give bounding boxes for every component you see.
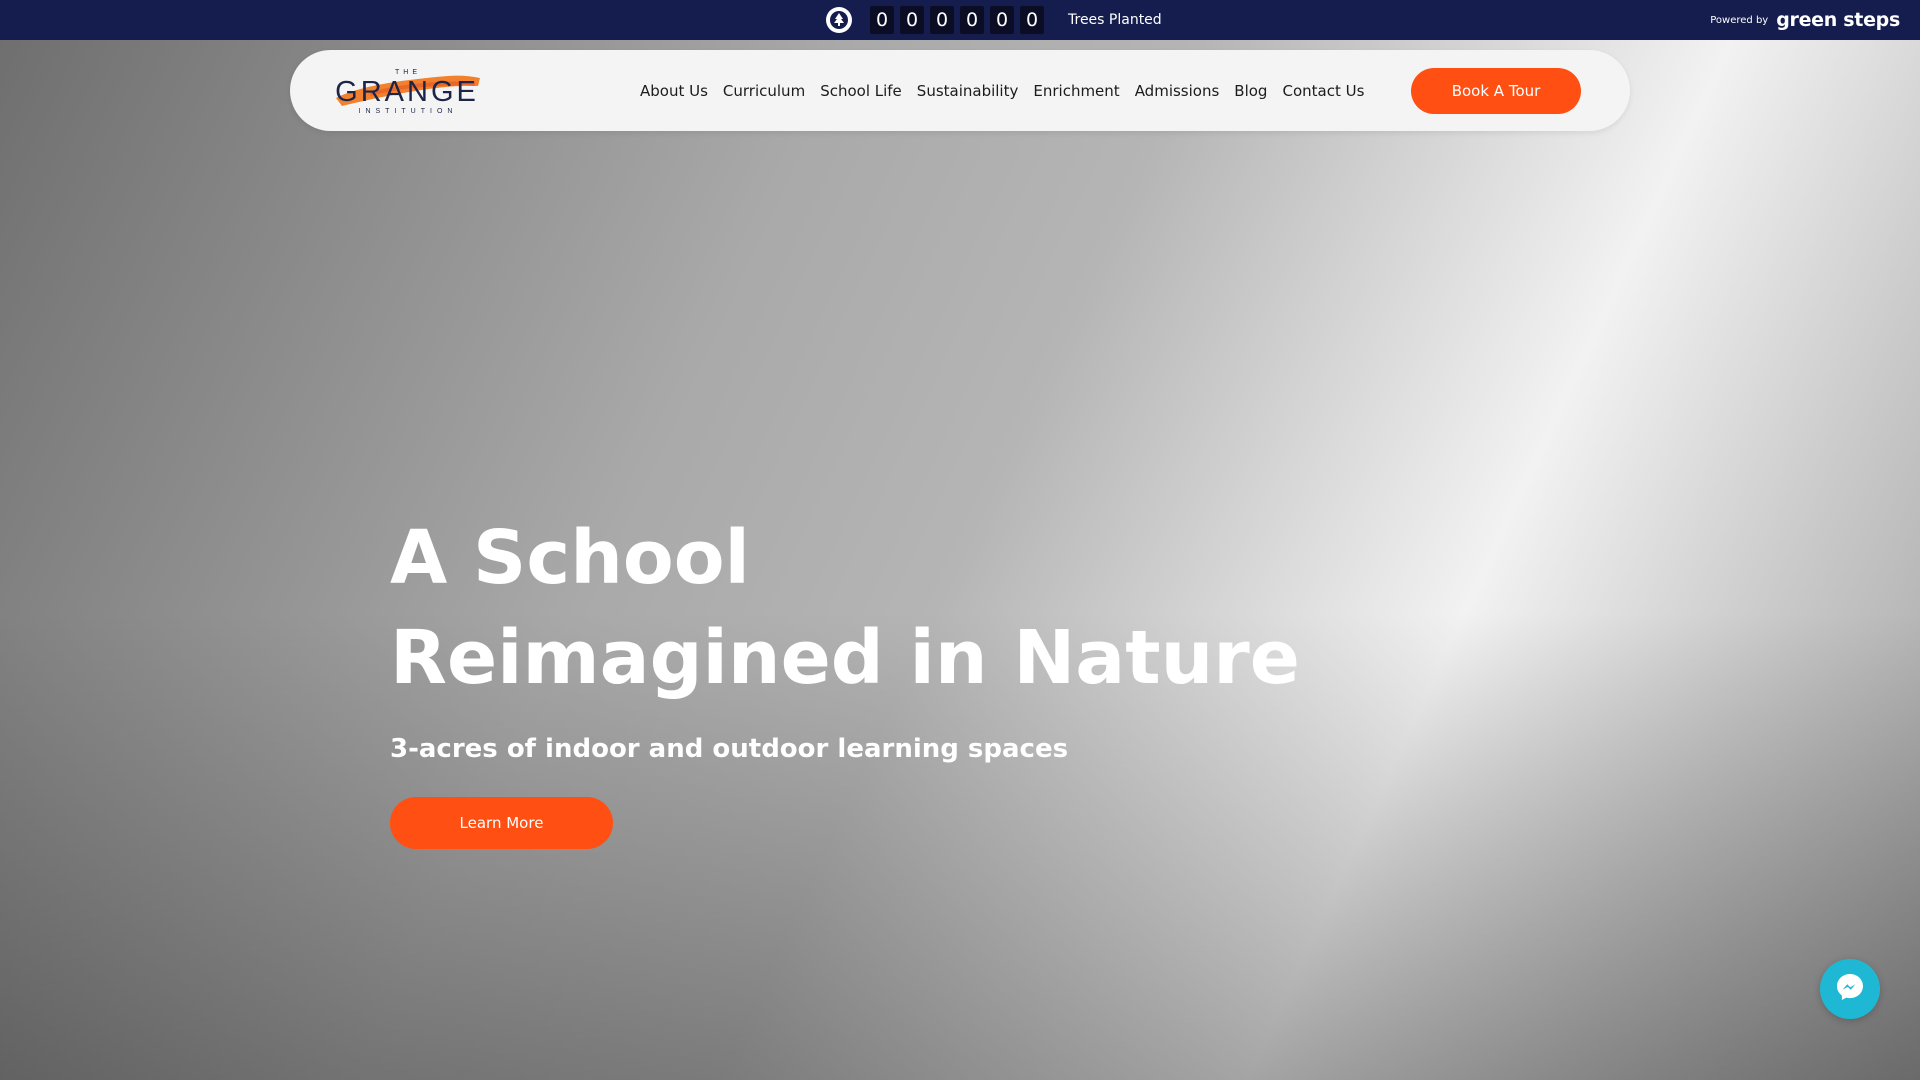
nav-school-life[interactable]: School Life — [820, 82, 902, 100]
nav-enrichment[interactable]: Enrichment — [1033, 82, 1119, 100]
logo-sub: INSTITUTION — [359, 108, 458, 115]
tree-icon — [826, 7, 852, 33]
messenger-icon — [1834, 971, 1866, 1007]
messenger-chat-button[interactable] — [1820, 959, 1880, 1019]
powered-by-link[interactable]: Powered by green steps — [1710, 9, 1900, 31]
nav-links: About Us Curriculum School Life Sustaina… — [640, 50, 1364, 131]
book-a-tour-button[interactable]: Book A Tour — [1411, 68, 1581, 114]
main-navbar: THE GRANGE INSTITUTION About Us Curricul… — [290, 50, 1630, 131]
logo-name: GRANGE — [335, 76, 479, 108]
powered-by-label: Powered by — [1710, 14, 1769, 26]
counter-digit: 0 — [990, 6, 1014, 34]
counter-digit: 0 — [930, 6, 954, 34]
hero-subtitle: 3-acres of indoor and outdoor learning s… — [390, 734, 1069, 764]
trees-counter: 0 0 0 0 0 0 Trees Planted — [826, 6, 1162, 34]
nav-contact-us[interactable]: Contact Us — [1282, 82, 1364, 100]
nav-curriculum[interactable]: Curriculum — [723, 82, 805, 100]
counter-digit: 0 — [900, 6, 924, 34]
hero-title-line2: Reimagined in Nature — [390, 615, 1300, 701]
counter-digit: 0 — [960, 6, 984, 34]
trees-planted-label: Trees Planted — [1068, 12, 1162, 28]
grange-logo[interactable]: THE GRANGE INSTITUTION — [330, 64, 485, 116]
nav-admissions[interactable]: Admissions — [1135, 82, 1220, 100]
learn-more-button[interactable]: Learn More — [390, 797, 613, 849]
counter-digit: 0 — [870, 6, 894, 34]
nav-about-us[interactable]: About Us — [640, 82, 708, 100]
logo-the: THE — [395, 69, 421, 76]
counter-digit: 0 — [1020, 6, 1044, 34]
top-bar: 0 0 0 0 0 0 Trees Planted Powered by gre… — [0, 0, 1920, 40]
hero-title-line1: A School — [390, 515, 750, 601]
green-steps-logo: green steps — [1776, 9, 1900, 31]
nav-sustainability[interactable]: Sustainability — [917, 82, 1019, 100]
nav-blog[interactable]: Blog — [1234, 82, 1267, 100]
hero-title: A School Reimagined in Nature — [390, 508, 1300, 708]
